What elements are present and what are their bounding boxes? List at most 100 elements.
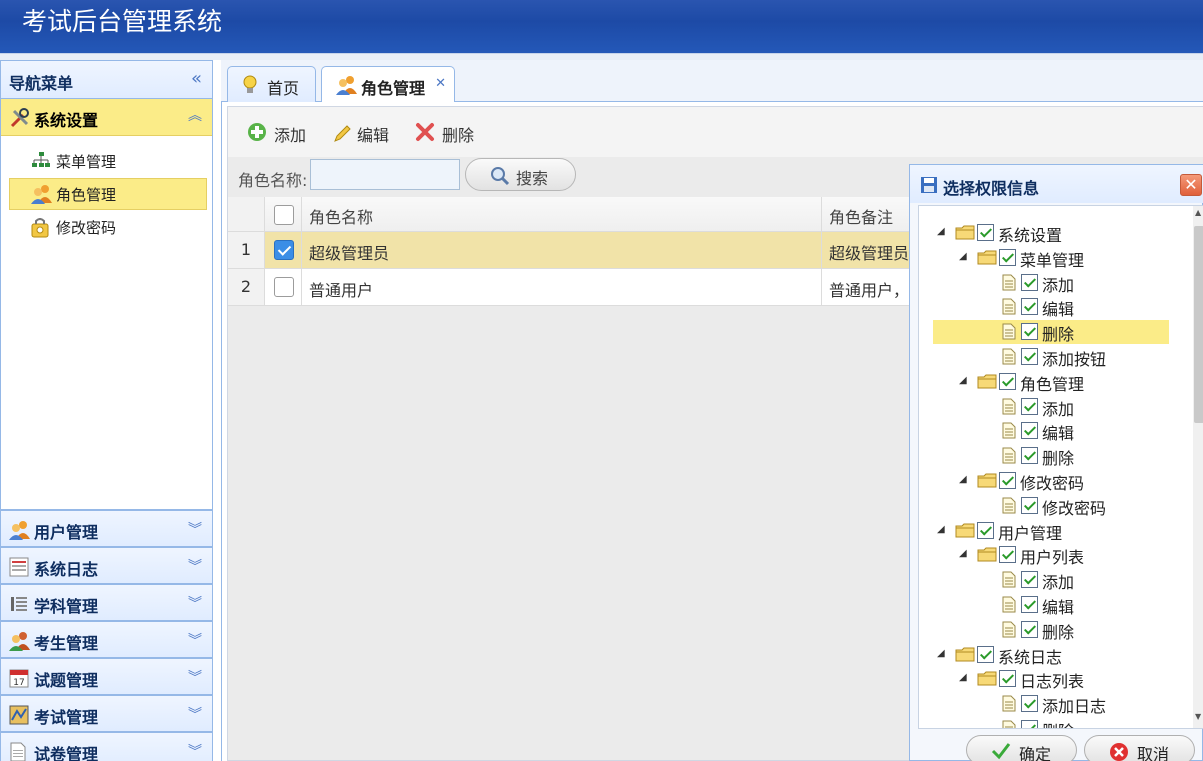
- panel-question-manage[interactable]: 17 试题管理 ︾: [0, 658, 213, 695]
- scroll-up-icon[interactable]: ▲: [1195, 208, 1201, 217]
- tree-node[interactable]: 编辑: [933, 593, 1169, 617]
- tree-checkbox[interactable]: [977, 521, 994, 539]
- tree-node[interactable]: 删除: [933, 444, 1169, 468]
- tree-node-label: 编辑: [1042, 424, 1075, 444]
- expand-arrow-icon[interactable]: ◢: [959, 375, 967, 386]
- menu-item-label: 修改密码: [56, 219, 117, 237]
- tree-node[interactable]: 修改密码: [933, 494, 1169, 518]
- cancel-button[interactable]: 取消: [1084, 735, 1195, 761]
- collapse-left-icon[interactable]: «: [191, 68, 202, 89]
- tree-checkbox[interactable]: [999, 248, 1016, 266]
- expand-arrow-icon[interactable]: ◢: [937, 648, 945, 659]
- tree-checkbox[interactable]: [1021, 447, 1038, 465]
- pencil-icon: [334, 125, 351, 142]
- tree-checkbox[interactable]: [1021, 348, 1038, 365]
- scroll-down-icon[interactable]: ▼: [1195, 712, 1201, 721]
- tree-node[interactable]: 删除: [933, 320, 1169, 345]
- tree-scrollbar[interactable]: ▲ ▼: [1193, 206, 1203, 728]
- column-header-name[interactable]: 角色名称: [302, 197, 822, 231]
- confirm-button[interactable]: 确定: [966, 735, 1077, 761]
- tree-node[interactable]: 编辑: [933, 295, 1169, 319]
- tab-role-manage[interactable]: 角色管理 ✕: [321, 66, 455, 103]
- tree-node[interactable]: ◢ 用户列表: [933, 543, 1169, 567]
- tree-checkbox[interactable]: [1021, 273, 1038, 291]
- tree-node-label: 删除: [1042, 622, 1075, 642]
- tree-node[interactable]: ◢ 用户管理: [933, 519, 1169, 543]
- chevron-down-icon[interactable]: ︾: [188, 704, 202, 724]
- tree-node[interactable]: 添加按钮: [933, 345, 1169, 369]
- dialog-close-button[interactable]: ✕: [1180, 174, 1202, 196]
- tree-node[interactable]: 添加: [933, 271, 1169, 295]
- expand-arrow-icon[interactable]: ◢: [959, 474, 967, 485]
- delete-button[interactable]: 删除: [415, 121, 485, 145]
- tree-checkbox[interactable]: [1021, 323, 1038, 341]
- expand-arrow-icon[interactable]: ◢: [959, 672, 967, 683]
- row-checkbox[interactable]: [274, 240, 294, 260]
- chevron-down-icon[interactable]: ︾: [188, 519, 202, 539]
- panel-subject-manage[interactable]: 学科管理 ︾: [0, 584, 213, 621]
- tree-checkbox[interactable]: [1021, 695, 1038, 713]
- map-icon: [9, 705, 29, 725]
- tree-checkbox[interactable]: [1021, 298, 1038, 316]
- panel-exam-manage[interactable]: 考试管理 ︾: [0, 695, 213, 732]
- tree-node[interactable]: 删除: [933, 618, 1169, 642]
- panel-system-log[interactable]: 系统日志 ︾: [0, 547, 213, 584]
- expand-arrow-icon[interactable]: ◢: [959, 548, 967, 559]
- tree-node[interactable]: ◢ 修改密码: [933, 469, 1169, 493]
- menu-item-menu-manage[interactable]: 菜单管理: [9, 145, 207, 177]
- tree-node[interactable]: ◢ 菜单管理: [933, 246, 1169, 270]
- add-button[interactable]: 添加: [247, 121, 317, 145]
- tree-node[interactable]: ◢ 系统设置: [933, 221, 1169, 245]
- chevron-down-icon[interactable]: ︾: [188, 741, 202, 761]
- tree-checkbox[interactable]: [999, 670, 1016, 688]
- expand-arrow-icon[interactable]: ◢: [959, 251, 967, 262]
- tree-checkbox[interactable]: [1021, 620, 1038, 638]
- tree-node[interactable]: ◢ 系统日志: [933, 643, 1169, 667]
- tree-checkbox[interactable]: [1021, 720, 1038, 728]
- tree-checkbox[interactable]: [999, 546, 1016, 564]
- tree-checkbox[interactable]: [999, 372, 1016, 390]
- tree-node[interactable]: ◢ 角色管理: [933, 370, 1169, 394]
- tree-node[interactable]: 添加: [933, 568, 1169, 592]
- tree-node[interactable]: 编辑: [933, 419, 1169, 443]
- menu-item-change-password[interactable]: 修改密码: [9, 211, 207, 243]
- tree-node[interactable]: 添加: [933, 395, 1169, 419]
- tree-checkbox[interactable]: [977, 645, 994, 663]
- tree-node[interactable]: ◢ 日志列表: [933, 667, 1169, 691]
- chevron-down-icon[interactable]: ︾: [188, 630, 202, 650]
- chevron-up-icon[interactable]: ︽: [188, 105, 202, 125]
- select-all-checkbox[interactable]: [274, 205, 294, 225]
- panel-user-manage[interactable]: 用户管理 ︾: [0, 510, 213, 547]
- chevron-down-icon[interactable]: ︾: [188, 556, 202, 576]
- list-icon: [11, 597, 27, 611]
- tree-checkbox[interactable]: [1021, 422, 1038, 440]
- expand-arrow-icon[interactable]: ◢: [937, 226, 945, 237]
- row-checkbox[interactable]: [274, 277, 294, 297]
- tree-checkbox[interactable]: [977, 224, 994, 241]
- panel-label: 考试管理: [34, 708, 99, 727]
- expand-arrow-icon[interactable]: ◢: [937, 524, 945, 535]
- tree-checkbox[interactable]: [1021, 571, 1038, 589]
- panel-paper-manage[interactable]: 试卷管理 ︾: [0, 732, 213, 761]
- tree-node-label: 菜单管理: [1020, 250, 1085, 270]
- tree-checkbox[interactable]: [999, 472, 1016, 489]
- panel-label: 考生管理: [34, 634, 99, 653]
- tree-checkbox[interactable]: [1021, 397, 1038, 415]
- scroll-thumb[interactable]: [1194, 226, 1203, 423]
- tree-node[interactable]: 删除: [933, 717, 1169, 728]
- chevron-down-icon[interactable]: ︾: [188, 667, 202, 687]
- tab-bar: 首页 角色管理 ✕: [221, 60, 1203, 103]
- tab-home[interactable]: 首页: [227, 66, 316, 102]
- search-button[interactable]: 搜索: [465, 158, 576, 191]
- chevron-down-icon[interactable]: ︾: [188, 593, 202, 613]
- panel-student-manage[interactable]: 考生管理 ︾: [0, 621, 213, 658]
- menu-item-role-manage[interactable]: 角色管理: [9, 178, 207, 210]
- tree-checkbox[interactable]: [1021, 596, 1038, 613]
- tree-node[interactable]: 添加日志: [933, 692, 1169, 716]
- file-icon: [1002, 422, 1016, 439]
- role-name-input[interactable]: [310, 159, 460, 190]
- edit-button[interactable]: 编辑: [333, 121, 403, 145]
- panel-system-settings[interactable]: 系统设置 ︽: [1, 99, 212, 136]
- close-icon[interactable]: ✕: [435, 76, 446, 91]
- tree-checkbox[interactable]: [1021, 496, 1038, 514]
